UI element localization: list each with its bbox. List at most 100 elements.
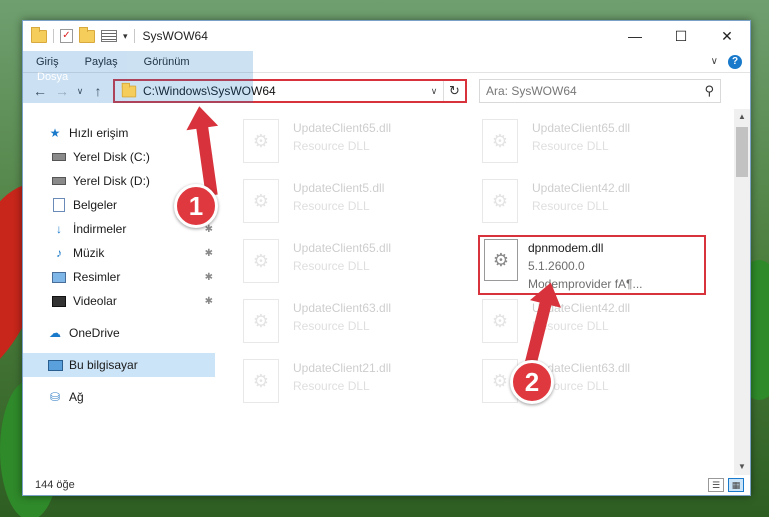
file-item[interactable]: ⚙ UpdateClient63.dll Resource DLL	[243, 299, 473, 351]
sidebar-item-local-disk-c[interactable]: Yerel Disk (C:) ✱	[23, 145, 215, 169]
tab-file[interactable]: Dosya	[23, 51, 253, 103]
disk-icon	[52, 153, 66, 161]
pin-icon: ✱	[204, 295, 213, 307]
sidebar-item-label: Resimler	[73, 270, 121, 284]
pin-icon: ✱	[204, 271, 213, 283]
expand-ribbon-icon[interactable]: ∨	[711, 56, 718, 67]
sidebar-item-network[interactable]: ⛁ Ağ	[23, 385, 215, 409]
cloud-icon: ☁	[49, 326, 61, 340]
item-count: 144 öğe	[35, 479, 75, 491]
scroll-down-icon[interactable]: ▼	[734, 459, 750, 475]
sidebar-item-label: Yerel Disk (C:)	[73, 150, 150, 164]
sidebar-item-label: Yerel Disk (D:)	[73, 174, 150, 188]
status-bar: 144 öğe ☰ ▦	[23, 475, 750, 495]
file-description: Resource DLL	[293, 379, 370, 393]
sidebar-item-label: OneDrive	[69, 326, 120, 340]
sidebar-item-videos[interactable]: Videolar ✱	[23, 289, 215, 313]
file-name: UpdateClient21.dll	[293, 361, 392, 375]
file-item-dpnmodem[interactable]: ⚙ dpnmodem.dll 5.1.2600.0 Modemprovider …	[478, 235, 706, 295]
network-icon: ⛁	[49, 390, 61, 404]
search-input[interactable]: Ara: SysWOW64 ⚲	[479, 79, 721, 103]
ribbon-tabs: Dosya Giriş Paylaş Görünüm ∨ ?	[23, 51, 750, 103]
search-placeholder[interactable]: Ara: SysWOW64	[486, 84, 704, 98]
dll-file-icon: ⚙	[243, 299, 279, 343]
dll-file-icon: ⚙	[243, 119, 279, 163]
file-name: UpdateClient65.dll	[532, 121, 631, 135]
new-folder-icon[interactable]	[79, 26, 95, 43]
dll-file-icon: ⚙	[243, 239, 279, 283]
file-item[interactable]: ⚙ UpdateClient42.dll Resource DLL	[482, 299, 712, 351]
refresh-button[interactable]: ↻	[443, 81, 465, 101]
dll-file-icon: ⚙	[482, 179, 518, 223]
star-icon: ★	[49, 126, 61, 140]
file-item[interactable]: ⚙ UpdateClient42.dll Resource DLL	[482, 179, 712, 231]
videos-icon	[52, 295, 66, 307]
annotation-badge-1: 1	[174, 184, 218, 228]
properties-check-icon[interactable]: ✓	[60, 29, 73, 43]
title-bar: ✓ ▾ SysWOW64 — ☐ ✕	[23, 21, 750, 51]
file-description: Resource DLL	[293, 319, 370, 333]
file-name: dpnmodem.dll	[528, 241, 604, 255]
sidebar-item-label: Videolar	[73, 294, 117, 308]
file-item[interactable]: ⚙ UpdateClient65.dll Resource DLL	[243, 119, 473, 171]
file-list: ⚙ UpdateClient65.dll Resource DLL ⚙ Updat…	[215, 109, 750, 475]
tiles-view-icon[interactable]: ▦	[728, 478, 744, 492]
quick-access-toolbar: ✓ ▾	[23, 26, 135, 43]
minimize-button[interactable]: —	[612, 21, 658, 51]
sidebar-item-pictures[interactable]: Resimler ✱	[23, 265, 215, 289]
navigation-pane: ★ Hızlı erişim Yerel Disk (C:) ✱ Yerel D…	[23, 109, 215, 475]
dll-file-icon: ⚙	[243, 359, 279, 403]
view-properties-icon[interactable]	[101, 30, 117, 42]
sidebar-item-this-pc[interactable]: Bu bilgisayar	[23, 353, 215, 377]
dll-file-icon: ⚙	[482, 299, 518, 343]
file-name: UpdateClient5.dll	[293, 181, 385, 195]
folder-icon	[31, 26, 47, 43]
dll-file-icon: ⚙	[484, 239, 518, 281]
vertical-scrollbar[interactable]: ▲ ▼	[734, 109, 750, 475]
disk-icon	[52, 177, 66, 185]
sidebar-item-label: Bu bilgisayar	[69, 358, 138, 372]
scroll-up-icon[interactable]: ▲	[734, 109, 750, 125]
pictures-icon	[52, 271, 66, 283]
file-name: UpdateClient65.dll	[293, 121, 392, 135]
file-explorer-window: ✓ ▾ SysWOW64 — ☐ ✕ Dosya Giriş Paylaş Gö…	[22, 20, 751, 496]
sidebar-item-music[interactable]: ♪ Müzik ✱	[23, 241, 215, 265]
pin-icon: ✱	[204, 247, 213, 259]
annotation-badge-2: 2	[510, 360, 554, 404]
dll-file-icon: ⚙	[243, 179, 279, 223]
file-description: Resource DLL	[532, 199, 609, 213]
sidebar-item-label: Ağ	[69, 390, 84, 404]
file-name: UpdateClient63.dll	[293, 301, 392, 315]
maximize-button[interactable]: ☐	[658, 21, 704, 51]
file-name: UpdateClient65.dll	[293, 241, 392, 255]
sidebar-item-label: İndirmeler	[73, 222, 127, 236]
file-description: Resource DLL	[532, 139, 609, 153]
address-dropdown-icon[interactable]: ∨	[425, 86, 443, 97]
main-content: ★ Hızlı erişim Yerel Disk (C:) ✱ Yerel D…	[23, 109, 750, 475]
downloads-icon: ↓	[56, 222, 62, 236]
file-name: UpdateClient42.dll	[532, 181, 631, 195]
scrollbar-thumb[interactable]	[736, 127, 748, 177]
dll-file-icon: ⚙	[482, 119, 518, 163]
music-icon: ♪	[56, 246, 62, 260]
file-item[interactable]: ⚙ UpdateClient21.dll Resource DLL	[243, 359, 473, 411]
file-version: 5.1.2600.0	[528, 259, 585, 273]
close-button[interactable]: ✕	[704, 21, 750, 51]
folder-icon	[121, 82, 137, 97]
sidebar-item-label: Müzik	[73, 246, 105, 260]
sidebar-item-onedrive[interactable]: ☁ OneDrive	[23, 321, 215, 345]
computer-icon	[47, 359, 63, 371]
file-description: Resource DLL	[293, 259, 370, 273]
sidebar-item-label: Belgeler	[73, 198, 118, 212]
customize-toolbar-icon[interactable]: ▾	[123, 31, 128, 42]
file-description: Resource DLL	[293, 199, 370, 213]
details-view-icon[interactable]: ☰	[708, 478, 724, 492]
file-description: Resource DLL	[293, 139, 370, 153]
sidebar-item-label: Hızlı erişim	[69, 126, 129, 140]
window-title: SysWOW64	[142, 29, 208, 43]
help-icon[interactable]: ?	[728, 54, 742, 69]
search-icon[interactable]: ⚲	[704, 83, 714, 99]
file-item[interactable]: ⚙ UpdateClient65.dll Resource DLL	[243, 239, 473, 291]
file-item[interactable]: ⚙ UpdateClient65.dll Resource DLL	[482, 119, 712, 171]
file-item[interactable]: ⚙ UpdateClient5.dll Resource DLL	[243, 179, 473, 231]
